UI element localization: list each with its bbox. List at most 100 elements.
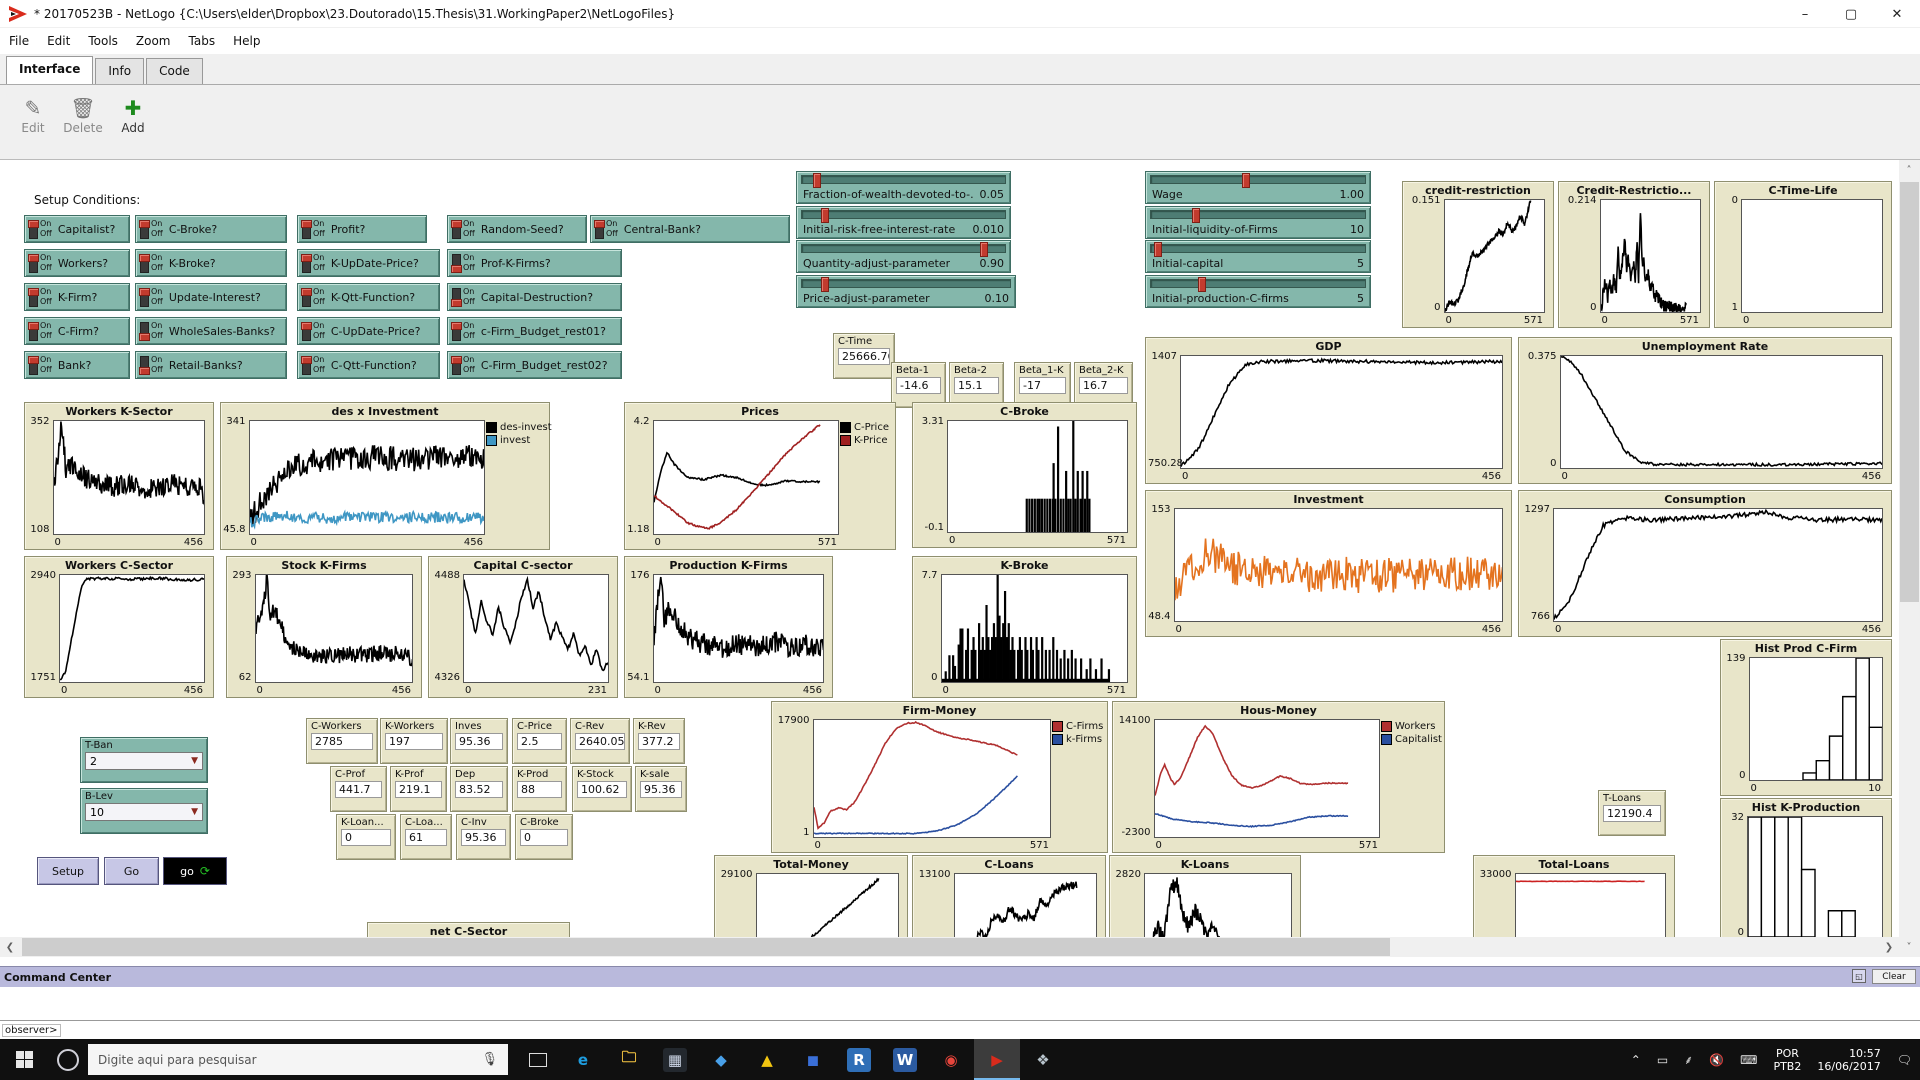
chooser-t-ban[interactable]: T-Ban 2 ▼ xyxy=(80,737,208,783)
go-forever-button[interactable]: go ⟳ xyxy=(163,857,227,885)
vertical-scrollbar[interactable]: ˄ ˅ xyxy=(1899,160,1920,957)
task-view-button[interactable] xyxy=(516,1039,560,1080)
switch-k-qtt-function[interactable]: On Off K-Qtt-Function? xyxy=(297,283,440,311)
switch-knob-icon[interactable] xyxy=(451,355,462,364)
taskbar-app-word-icon[interactable]: W xyxy=(882,1039,928,1080)
battery-icon[interactable]: ▭ xyxy=(1649,1053,1676,1067)
menu-tabs[interactable]: Tabs xyxy=(180,30,225,52)
command-center-input[interactable]: observer> xyxy=(0,1020,1920,1039)
slider-capital[interactable]: Initial-capital 5 xyxy=(1145,240,1371,273)
tab-interface[interactable]: Interface xyxy=(6,56,94,84)
tab-code[interactable]: Code xyxy=(146,58,203,84)
switch-random-seed[interactable]: On Off Random-Seed? xyxy=(447,215,587,243)
switch-knob-icon[interactable] xyxy=(301,287,312,296)
switch-profit[interactable]: On Off Profit? xyxy=(297,215,427,243)
switch-prof-k-firms[interactable]: On Off Prof-K-Firms? xyxy=(447,249,622,277)
microphone-icon[interactable]: 🎙 xyxy=(481,1052,498,1067)
edit-button[interactable]: ✎ Edit xyxy=(8,95,58,135)
switch-c-firm[interactable]: On Off C-Firm? xyxy=(24,317,130,345)
switch-knob-icon[interactable] xyxy=(451,321,462,330)
slider-knob-icon[interactable] xyxy=(812,173,821,188)
chooser-dropdown-icon[interactable]: ▼ xyxy=(191,807,198,817)
start-button[interactable] xyxy=(0,1039,48,1080)
menu-edit[interactable]: Edit xyxy=(38,30,79,52)
slider-interest[interactable]: Initial-risk-free-interest-rate 0.010 xyxy=(796,206,1011,239)
switch-wholesales-banks[interactable]: On Off WholeSales-Banks? xyxy=(135,317,287,345)
scroll-right-icon[interactable]: ❯ xyxy=(1879,937,1899,957)
horizontal-scrollbar-thumb[interactable] xyxy=(22,938,1390,956)
switch-knob-icon[interactable] xyxy=(28,253,39,262)
slider-quantity[interactable]: Quantity-adjust-parameter 0.90 xyxy=(796,240,1011,273)
taskbar-search-input[interactable]: Digite aqui para pesquisar 🎙 xyxy=(88,1044,508,1075)
switch-bank[interactable]: On Off Bank? xyxy=(24,351,130,379)
taskbar-app-netlogo-icon[interactable]: ▶ xyxy=(974,1039,1020,1080)
slider-knob-icon[interactable] xyxy=(1192,208,1200,223)
switch-knob-icon[interactable] xyxy=(451,298,462,307)
switch-knob-icon[interactable] xyxy=(139,287,150,296)
taskbar-app-chrome-icon[interactable]: ◉ xyxy=(928,1039,974,1080)
slider-knob-icon[interactable] xyxy=(1198,277,1207,292)
delete-button[interactable]: 🗑 Delete xyxy=(58,95,108,135)
scroll-up-icon[interactable]: ˄ xyxy=(1899,160,1919,180)
switch-c-firm-budget-rest01[interactable]: On Off c-Firm_Budget_rest01? xyxy=(447,317,622,345)
slider-knob-icon[interactable] xyxy=(1154,242,1163,257)
switch-c-qtt-function[interactable]: On Off C-Qtt-Function? xyxy=(297,351,440,379)
switch-capitalist[interactable]: On Off Capitalist? xyxy=(24,215,130,243)
switch-knob-icon[interactable] xyxy=(139,253,150,262)
switch-knob-icon[interactable] xyxy=(451,264,462,273)
chooser-b-lev[interactable]: B-Lev 10 ▼ xyxy=(80,788,208,834)
switch-central-bank[interactable]: On Off Central-Bank? xyxy=(590,215,790,243)
tray-chevron-up-icon[interactable]: ⌃ xyxy=(1623,1053,1649,1067)
menu-help[interactable]: Help xyxy=(224,30,269,52)
volume-muted-icon[interactable]: 🔇 xyxy=(1701,1053,1732,1067)
slider-knob-icon[interactable] xyxy=(821,277,830,292)
network-signal-icon[interactable]: ⸙ xyxy=(1676,1051,1701,1068)
switch-knob-icon[interactable] xyxy=(301,219,312,228)
switch-workers[interactable]: On Off Workers? xyxy=(24,249,130,277)
menu-file[interactable]: File xyxy=(0,30,38,52)
switch-capital-destruction[interactable]: On Off Capital-Destruction? xyxy=(447,283,622,311)
switch-c-firm-budget-rest02[interactable]: On Off C-Firm_Budget_rest02? xyxy=(447,351,622,379)
setup-button[interactable]: Setup xyxy=(37,857,99,885)
scroll-left-icon[interactable]: ❮ xyxy=(0,937,20,957)
command-center-clear-button[interactable]: Clear xyxy=(1872,969,1916,984)
close-button[interactable]: ✕ xyxy=(1874,0,1920,28)
slider-knob-icon[interactable] xyxy=(1242,173,1251,188)
switch-knob-icon[interactable] xyxy=(301,253,312,262)
slider-knob-icon[interactable] xyxy=(980,242,989,257)
switch-knob-icon[interactable] xyxy=(301,321,312,330)
go-button[interactable]: Go xyxy=(104,857,159,885)
switch-retail-banks[interactable]: On Off Retail-Banks? xyxy=(135,351,287,379)
maximize-button[interactable]: ▢ xyxy=(1828,0,1874,28)
menu-tools[interactable]: Tools xyxy=(79,30,127,52)
switch-k-firm[interactable]: On Off K-Firm? xyxy=(24,283,130,311)
switch-update-interest[interactable]: On Off Update-Interest? xyxy=(135,283,287,311)
taskbar-app-extra-app-icon[interactable]: ❖ xyxy=(1020,1039,1066,1080)
switch-knob-icon[interactable] xyxy=(594,219,605,228)
switch-c-update-price[interactable]: On Off C-UpDate-Price? xyxy=(297,317,440,345)
taskbar-app-edge-icon[interactable]: e xyxy=(560,1039,606,1080)
add-widget-button[interactable]: ✚ Add xyxy=(108,95,158,135)
switch-knob-icon[interactable] xyxy=(28,219,39,228)
switch-knob-icon[interactable] xyxy=(28,355,39,364)
scroll-down-icon[interactable]: ˅ xyxy=(1899,937,1919,957)
slider-liquidity[interactable]: Initial-liquidity-of-Firms 10 xyxy=(1145,206,1371,239)
command-center-popout-icon[interactable]: ◱ xyxy=(1852,969,1866,983)
minimize-button[interactable]: – xyxy=(1782,0,1828,28)
tab-info[interactable]: Info xyxy=(95,58,145,84)
language-indicator[interactable]: POR PTB2 xyxy=(1765,1047,1809,1073)
switch-knob-icon[interactable] xyxy=(139,219,150,228)
vertical-scrollbar-thumb[interactable] xyxy=(1900,182,1919,602)
taskbar-app-photos-icon[interactable]: ▦ xyxy=(652,1039,698,1080)
keyboard-icon[interactable]: ⌨ xyxy=(1732,1053,1765,1067)
switch-knob-icon[interactable] xyxy=(451,219,462,228)
chooser-dropdown-icon[interactable]: ▼ xyxy=(191,756,198,766)
taskbar-app-rstudio-icon[interactable]: R xyxy=(836,1039,882,1080)
slider-knob-icon[interactable] xyxy=(820,208,829,223)
slider-price[interactable]: Price-adjust-parameter 0.10 xyxy=(796,275,1016,308)
horizontal-scrollbar[interactable]: ❮ ❯ xyxy=(0,937,1899,957)
switch-knob-icon[interactable] xyxy=(28,287,39,296)
switch-c-broke[interactable]: On Off C-Broke? xyxy=(135,215,287,243)
slider-production[interactable]: Initial-production-C-firms 5 xyxy=(1145,275,1371,308)
notification-center-icon[interactable]: 🗨 xyxy=(1889,1053,1920,1067)
